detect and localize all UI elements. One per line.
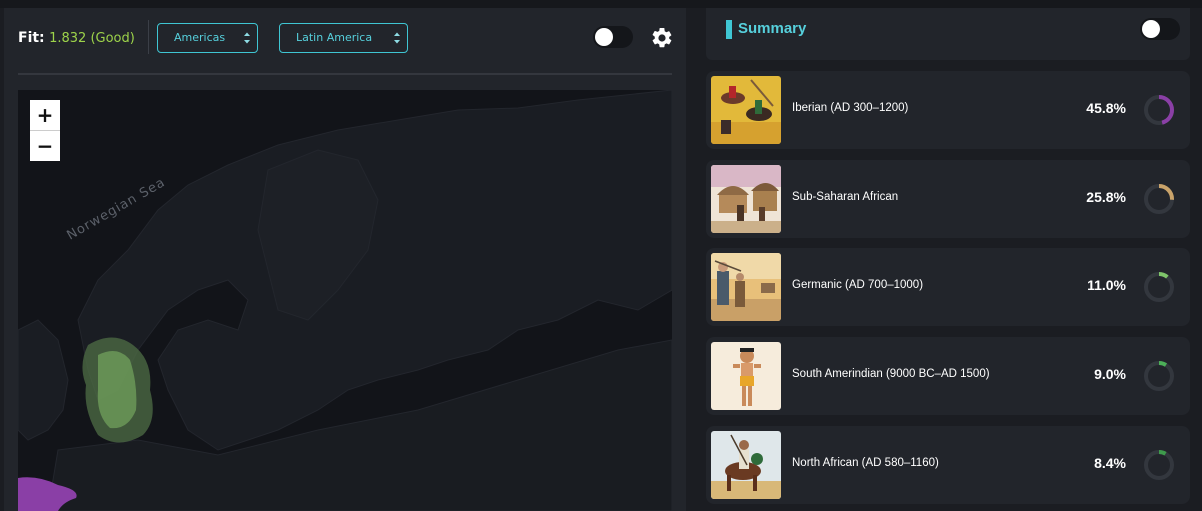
population-card[interactable]: South Amerindian (9000 BC–AD 1500) 9.0% <box>706 337 1190 415</box>
region-select[interactable]: Americas <box>157 23 258 53</box>
percent-ring <box>1144 184 1174 214</box>
map-view[interactable]: Norwegian Sea <box>18 90 672 511</box>
map-panel: Fit: 1.832 (Good) Americas Latin America <box>4 8 686 511</box>
percent-ring-track <box>1144 361 1174 391</box>
population-percent: 8.4% <box>1094 455 1126 471</box>
toggle-knob <box>595 28 613 46</box>
population-card[interactable]: Germanic (AD 700–1000) 11.0% <box>706 248 1190 326</box>
fit-value: 1.832 (Good) <box>49 31 135 46</box>
germanic-heat-core <box>97 351 137 429</box>
percent-ring <box>1144 95 1174 125</box>
population-name: South Amerindian (9000 BC–AD 1500) <box>792 368 990 380</box>
zoom-out-button[interactable]: − <box>30 131 60 161</box>
select-arrows-icon <box>244 32 250 44</box>
gear-icon[interactable] <box>650 26 674 50</box>
britain-landmass <box>18 319 69 441</box>
population-percent: 11.0% <box>1087 277 1126 293</box>
population-thumbnail <box>711 76 781 144</box>
population-thumbnail <box>711 431 781 499</box>
population-percent: 25.8% <box>1086 189 1126 205</box>
map-canvas[interactable]: Norwegian Sea <box>18 90 672 511</box>
population-card[interactable]: Iberian (AD 300–1200) 45.8% <box>706 71 1190 149</box>
top-strip <box>0 0 1202 8</box>
toggle-knob <box>1142 20 1160 38</box>
population-percent: 45.8% <box>1086 100 1126 116</box>
toolbar-divider <box>148 20 149 54</box>
population-name: Iberian (AD 300–1200) <box>792 102 909 114</box>
percent-ring-track <box>1144 272 1174 302</box>
summary-panel: Summary Iberian (AD 300–1200) 45.8% Sub-… <box>696 8 1202 511</box>
subregion-select-value: Latin America <box>296 31 373 44</box>
population-thumbnail <box>711 253 781 321</box>
percent-ring <box>1144 450 1174 480</box>
population-card[interactable]: Sub-Saharan African 25.8% <box>706 160 1190 238</box>
zoom-in-button[interactable]: + <box>30 100 60 130</box>
percent-ring-track <box>1144 450 1174 480</box>
population-percent: 9.0% <box>1094 366 1126 382</box>
map-toolbar: Fit: 1.832 (Good) Americas Latin America <box>18 16 686 60</box>
population-name: Germanic (AD 700–1000) <box>792 279 924 291</box>
percent-ring <box>1144 272 1174 302</box>
select-arrows-icon <box>394 32 400 44</box>
summary-toggle[interactable] <box>1140 18 1180 40</box>
zoom-control: + − <box>30 100 60 161</box>
population-card[interactable]: North African (AD 580–1160) 8.4% <box>706 426 1190 504</box>
subregion-select[interactable]: Latin America <box>279 23 408 53</box>
summary-header: Summary <box>706 8 1190 60</box>
percent-ring <box>1144 361 1174 391</box>
toolbar-separator <box>18 73 672 75</box>
summary-title: Summary <box>738 20 807 37</box>
region-select-value: Americas <box>174 31 226 44</box>
map-toggle[interactable] <box>593 26 633 48</box>
summary-accent-bar <box>726 20 732 39</box>
fit-label: Fit: <box>18 30 45 46</box>
population-name: Sub-Saharan African <box>792 191 899 203</box>
population-thumbnail <box>711 165 781 233</box>
population-thumbnail <box>711 342 781 410</box>
population-name: North African (AD 580–1160) <box>792 457 939 469</box>
fit-score: Fit: 1.832 (Good) <box>18 30 135 46</box>
